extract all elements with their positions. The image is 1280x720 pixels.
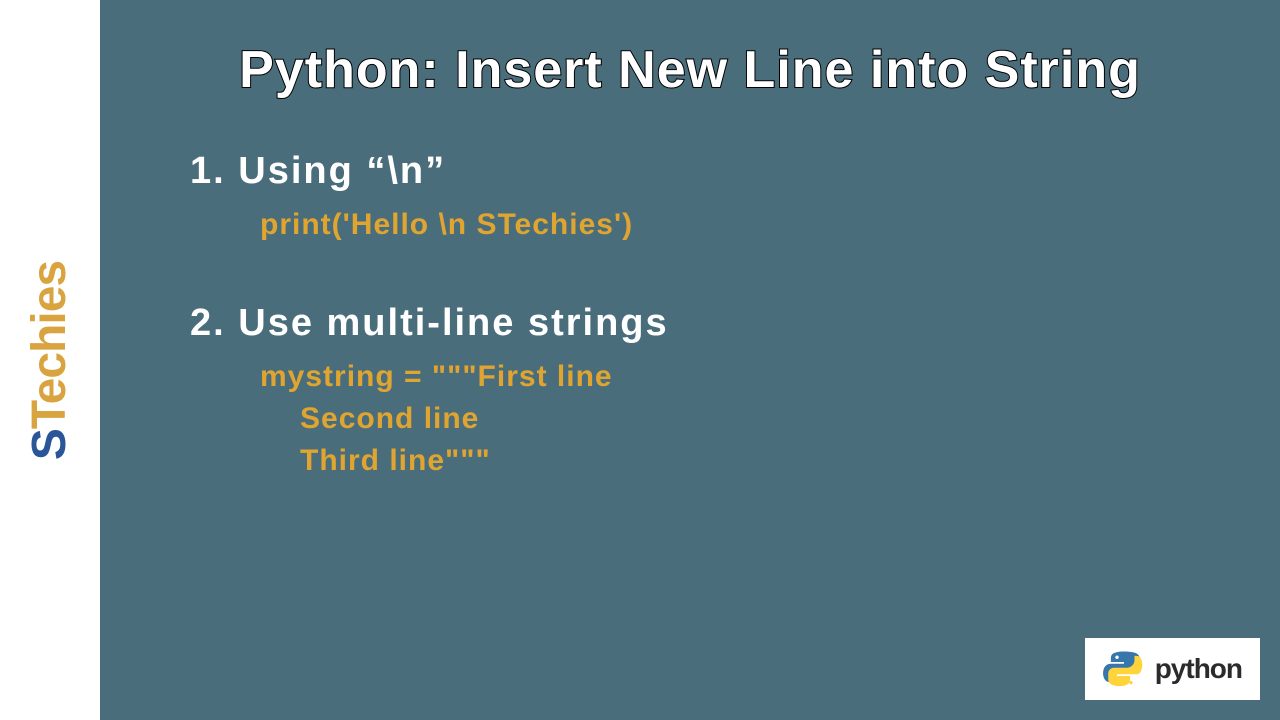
logo-techies-text: Techies — [24, 260, 77, 428]
method-1: 1. Using “\n” print('Hello \n STechies') — [150, 150, 1230, 242]
python-icon — [1103, 648, 1145, 690]
method-2-heading: 2. Use multi-line strings — [190, 302, 1230, 345]
page-title: Python: Insert New Line into String — [150, 40, 1230, 100]
method-1-heading: 1. Using “\n” — [190, 150, 1230, 193]
sidebar: STechies — [0, 0, 100, 720]
stechies-logo: STechies — [23, 260, 78, 459]
method-2-code-line-3: Third line""" — [300, 444, 1230, 478]
method-2-code-line-2: Second line — [300, 402, 1230, 436]
method-1-code-line: print('Hello \n STechies') — [260, 208, 1230, 242]
python-badge-label: python — [1155, 653, 1242, 685]
method-2-code-line-1: mystring = """First line — [260, 360, 1230, 394]
python-badge: python — [1085, 638, 1260, 700]
logo-s-letter: S — [24, 429, 77, 460]
method-2: 2. Use multi-line strings mystring = """… — [150, 302, 1230, 478]
main-content: Python: Insert New Line into String 1. U… — [100, 0, 1280, 720]
